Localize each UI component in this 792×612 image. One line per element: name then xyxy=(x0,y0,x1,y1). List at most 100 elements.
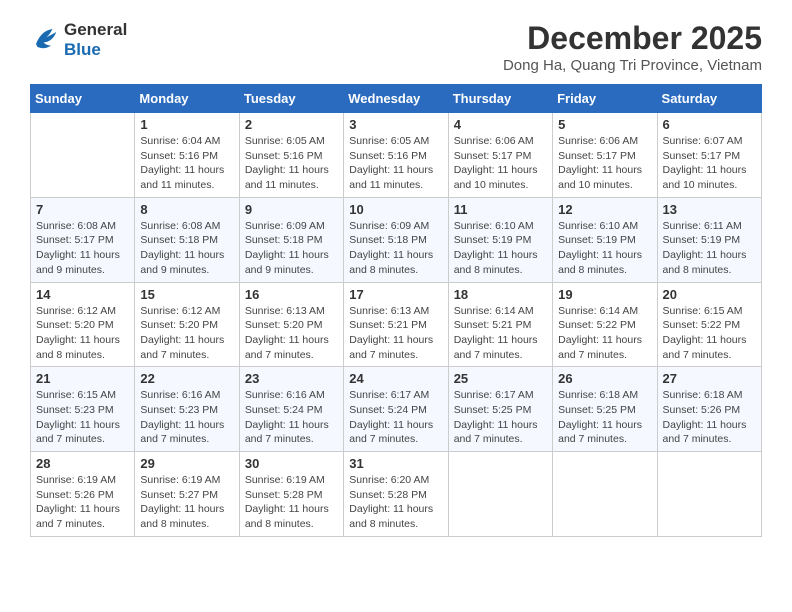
day-cell: 2 Sunrise: 6:05 AMSunset: 5:16 PMDaylight… xyxy=(239,113,343,198)
day-number: 10 xyxy=(349,202,442,217)
day-cell: 10 Sunrise: 6:09 AMSunset: 5:18 PMDayligh… xyxy=(344,197,448,282)
col-header-wednesday: Wednesday xyxy=(344,85,448,113)
logo: General Blue xyxy=(30,20,127,60)
week-row-4: 21 Sunrise: 6:15 AMSunset: 5:23 PMDayligh… xyxy=(31,367,762,452)
day-info: Sunrise: 6:10 AMSunset: 5:19 PMDaylight:… xyxy=(454,219,547,278)
day-cell: 12Sunrise: 6:10 AMSunset: 5:19 PMDayligh… xyxy=(553,197,657,282)
day-cell: 17 Sunrise: 6:13 AMSunset: 5:21 PMDayligh… xyxy=(344,282,448,367)
day-info: Sunrise: 6:07 AMSunset: 5:17 PMDaylight:… xyxy=(663,134,756,193)
day-number: 23 xyxy=(245,371,338,386)
day-cell: 28 Sunrise: 6:19 AMSunset: 5:26 PMDayligh… xyxy=(31,452,135,537)
col-header-thursday: Thursday xyxy=(448,85,552,113)
day-info: Sunrise: 6:12 AMSunset: 5:20 PMDaylight:… xyxy=(140,304,233,363)
day-cell: 9Sunrise: 6:09 AMSunset: 5:18 PMDaylight… xyxy=(239,197,343,282)
day-info: Sunrise: 6:18 AMSunset: 5:26 PMDaylight:… xyxy=(663,388,756,447)
day-cell: 4Sunrise: 6:06 AMSunset: 5:17 PMDaylight… xyxy=(448,113,552,198)
day-number: 31 xyxy=(349,456,442,471)
week-row-2: 7 Sunrise: 6:08 AMSunset: 5:17 PMDaylight… xyxy=(31,197,762,282)
day-number: 8 xyxy=(140,202,233,217)
day-cell: 29Sunrise: 6:19 AMSunset: 5:27 PMDayligh… xyxy=(135,452,239,537)
title-block: December 2025 Dong Ha, Quang Tri Provinc… xyxy=(503,20,762,74)
day-cell: 13 Sunrise: 6:11 AMSunset: 5:19 PMDayligh… xyxy=(657,197,761,282)
day-number: 3 xyxy=(349,117,442,132)
week-row-3: 14 Sunrise: 6:12 AMSunset: 5:20 PMDayligh… xyxy=(31,282,762,367)
day-info: Sunrise: 6:16 AMSunset: 5:24 PMDaylight:… xyxy=(245,388,338,447)
logo-text: General Blue xyxy=(64,20,127,60)
day-cell: 26Sunrise: 6:18 AMSunset: 5:25 PMDayligh… xyxy=(553,367,657,452)
calendar-table: SundayMondayTuesdayWednesdayThursdayFrid… xyxy=(30,84,762,537)
day-cell xyxy=(448,452,552,537)
day-info: Sunrise: 6:19 AMSunset: 5:28 PMDaylight:… xyxy=(245,473,338,532)
day-number: 7 xyxy=(36,202,129,217)
logo-icon xyxy=(30,23,60,58)
col-header-friday: Friday xyxy=(553,85,657,113)
day-number: 14 xyxy=(36,287,129,302)
calendar-header-row: SundayMondayTuesdayWednesdayThursdayFrid… xyxy=(31,85,762,113)
day-cell: 21 Sunrise: 6:15 AMSunset: 5:23 PMDayligh… xyxy=(31,367,135,452)
day-number: 30 xyxy=(245,456,338,471)
day-cell: 15 Sunrise: 6:12 AMSunset: 5:20 PMDayligh… xyxy=(135,282,239,367)
day-number: 6 xyxy=(663,117,756,132)
page-header: General Blue December 2025 Dong Ha, Quan… xyxy=(30,20,762,74)
day-info: Sunrise: 6:06 AMSunset: 5:17 PMDaylight:… xyxy=(558,134,651,193)
day-info: Sunrise: 6:15 AMSunset: 5:23 PMDaylight:… xyxy=(36,388,129,447)
day-cell: 16 Sunrise: 6:13 AMSunset: 5:20 PMDayligh… xyxy=(239,282,343,367)
day-info: Sunrise: 6:13 AMSunset: 5:20 PMDaylight:… xyxy=(245,304,338,363)
day-info: Sunrise: 6:16 AMSunset: 5:23 PMDaylight:… xyxy=(140,388,233,447)
day-number: 28 xyxy=(36,456,129,471)
day-cell: 14 Sunrise: 6:12 AMSunset: 5:20 PMDayligh… xyxy=(31,282,135,367)
day-cell: 20Sunrise: 6:15 AMSunset: 5:22 PMDayligh… xyxy=(657,282,761,367)
day-number: 5 xyxy=(558,117,651,132)
day-info: Sunrise: 6:18 AMSunset: 5:25 PMDaylight:… xyxy=(558,388,651,447)
col-header-sunday: Sunday xyxy=(31,85,135,113)
day-cell: 5 Sunrise: 6:06 AMSunset: 5:17 PMDaylight… xyxy=(553,113,657,198)
col-header-saturday: Saturday xyxy=(657,85,761,113)
day-number: 15 xyxy=(140,287,233,302)
day-number: 19 xyxy=(558,287,651,302)
day-number: 17 xyxy=(349,287,442,302)
week-row-5: 28 Sunrise: 6:19 AMSunset: 5:26 PMDayligh… xyxy=(31,452,762,537)
day-number: 29 xyxy=(140,456,233,471)
day-info: Sunrise: 6:15 AMSunset: 5:22 PMDaylight:… xyxy=(663,304,756,363)
day-number: 18 xyxy=(454,287,547,302)
day-cell: 30 Sunrise: 6:19 AMSunset: 5:28 PMDayligh… xyxy=(239,452,343,537)
day-info: Sunrise: 6:04 AMSunset: 5:16 PMDaylight:… xyxy=(140,134,233,193)
day-cell: 6 Sunrise: 6:07 AMSunset: 5:17 PMDaylight… xyxy=(657,113,761,198)
day-number: 22 xyxy=(140,371,233,386)
day-cell: 18 Sunrise: 6:14 AMSunset: 5:21 PMDayligh… xyxy=(448,282,552,367)
day-info: Sunrise: 6:08 AMSunset: 5:18 PMDaylight:… xyxy=(140,219,233,278)
day-info: Sunrise: 6:14 AMSunset: 5:22 PMDaylight:… xyxy=(558,304,651,363)
day-number: 9 xyxy=(245,202,338,217)
day-number: 2 xyxy=(245,117,338,132)
day-number: 13 xyxy=(663,202,756,217)
day-cell xyxy=(657,452,761,537)
day-info: Sunrise: 6:11 AMSunset: 5:19 PMDaylight:… xyxy=(663,219,756,278)
day-number: 21 xyxy=(36,371,129,386)
day-cell xyxy=(31,113,135,198)
day-info: Sunrise: 6:19 AMSunset: 5:26 PMDaylight:… xyxy=(36,473,129,532)
day-info: Sunrise: 6:13 AMSunset: 5:21 PMDaylight:… xyxy=(349,304,442,363)
day-number: 25 xyxy=(454,371,547,386)
day-number: 4 xyxy=(454,117,547,132)
col-header-tuesday: Tuesday xyxy=(239,85,343,113)
day-number: 1 xyxy=(140,117,233,132)
calendar-subtitle: Dong Ha, Quang Tri Province, Vietnam xyxy=(503,57,762,74)
day-number: 16 xyxy=(245,287,338,302)
week-row-1: 1 Sunrise: 6:04 AMSunset: 5:16 PMDaylight… xyxy=(31,113,762,198)
day-info: Sunrise: 6:09 AMSunset: 5:18 PMDaylight:… xyxy=(349,219,442,278)
day-cell: 11Sunrise: 6:10 AMSunset: 5:19 PMDayligh… xyxy=(448,197,552,282)
day-cell: 23 Sunrise: 6:16 AMSunset: 5:24 PMDayligh… xyxy=(239,367,343,452)
day-info: Sunrise: 6:12 AMSunset: 5:20 PMDaylight:… xyxy=(36,304,129,363)
day-info: Sunrise: 6:17 AMSunset: 5:24 PMDaylight:… xyxy=(349,388,442,447)
day-cell: 24Sunrise: 6:17 AMSunset: 5:24 PMDayligh… xyxy=(344,367,448,452)
day-cell: 7 Sunrise: 6:08 AMSunset: 5:17 PMDaylight… xyxy=(31,197,135,282)
day-info: Sunrise: 6:08 AMSunset: 5:17 PMDaylight:… xyxy=(36,219,129,278)
col-header-monday: Monday xyxy=(135,85,239,113)
day-info: Sunrise: 6:05 AMSunset: 5:16 PMDaylight:… xyxy=(245,134,338,193)
day-info: Sunrise: 6:14 AMSunset: 5:21 PMDaylight:… xyxy=(454,304,547,363)
day-number: 27 xyxy=(663,371,756,386)
day-cell xyxy=(553,452,657,537)
day-info: Sunrise: 6:20 AMSunset: 5:28 PMDaylight:… xyxy=(349,473,442,532)
day-cell: 22 Sunrise: 6:16 AMSunset: 5:23 PMDayligh… xyxy=(135,367,239,452)
day-cell: 3Sunrise: 6:05 AMSunset: 5:16 PMDaylight… xyxy=(344,113,448,198)
